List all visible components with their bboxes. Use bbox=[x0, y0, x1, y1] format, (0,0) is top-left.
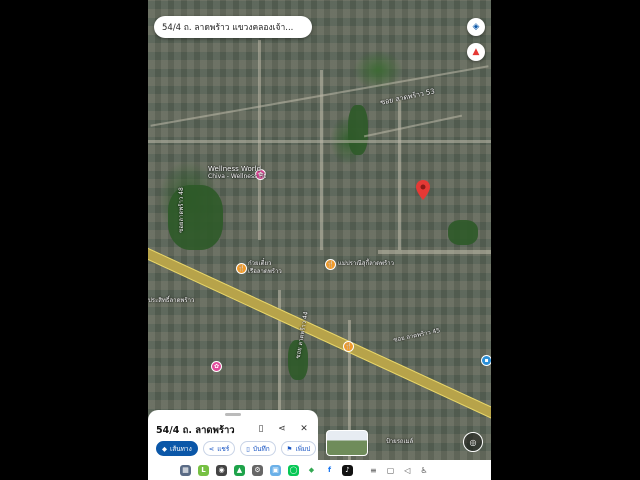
map-thumbnail-area: ป้ายรถเมล์ bbox=[374, 430, 434, 454]
share-icon[interactable]: ⋖ bbox=[275, 422, 289, 436]
bus-stop-icon[interactable]: ▪ bbox=[481, 355, 491, 366]
layers-icon: ◈ bbox=[472, 22, 480, 32]
maps-app-icon[interactable]: ◆ bbox=[306, 464, 317, 476]
compass-button[interactable]: ▲ bbox=[467, 43, 485, 61]
share-label: แชร์ bbox=[217, 444, 230, 453]
settings-app-icon[interactable]: ⚙ bbox=[252, 464, 263, 476]
tree-area bbox=[348, 105, 368, 155]
minor-road bbox=[363, 114, 463, 138]
home-icon[interactable]: ▢ bbox=[387, 466, 395, 475]
layers-button[interactable]: ◈ bbox=[467, 18, 485, 36]
poi-label: ประสิทธิ์ลาดพร้าว bbox=[148, 297, 195, 304]
search-query-text: 54/4 ถ. ลาดพร้าว แขวงคลองเจ้า... bbox=[162, 23, 294, 33]
system-navbar: ▦ L ◉ ▲ ⚙ ▣ ◯ ◆ f ♪ ≡ ▢ ◁ ♿ bbox=[148, 460, 491, 480]
drag-handle[interactable] bbox=[225, 413, 241, 416]
share-icon: ⋖ bbox=[208, 444, 215, 453]
road-label: ซอย ลาดพร้าว 45 bbox=[392, 327, 441, 344]
street-view-thumbnail[interactable] bbox=[326, 430, 368, 456]
bookmark-icon: ▯ bbox=[246, 444, 250, 453]
directions-button[interactable]: ◆ เส้นทาง bbox=[156, 441, 198, 456]
compass-icon: ▲ bbox=[472, 47, 480, 57]
facebook-app-icon[interactable]: f bbox=[324, 464, 335, 476]
label-label: เพิ่มป bbox=[295, 444, 311, 453]
poi-sublabel: เรือลาดพร้าว bbox=[248, 268, 282, 275]
directions-label: เส้นทาง bbox=[170, 444, 192, 453]
road-label: ซอยลาดพร้าว 48 bbox=[177, 187, 185, 233]
recenter-button[interactable]: ◎ bbox=[463, 432, 483, 452]
restaurant-poi-icon[interactable]: 🍴 bbox=[343, 341, 354, 352]
minor-road bbox=[320, 70, 323, 250]
poi-label: แม่ปราณีสุกี้ลาดพร้าว bbox=[338, 260, 394, 267]
target-icon: ◎ bbox=[469, 437, 477, 447]
restaurant-poi-icon[interactable]: 🍴 bbox=[236, 263, 247, 274]
minor-road bbox=[398, 100, 401, 250]
save-label: บันทึก bbox=[252, 444, 270, 453]
bottom-map-label: ป้ายรถเมล์ bbox=[386, 438, 414, 445]
label-button[interactable]: ⚑ เพิ่มป bbox=[280, 441, 317, 456]
place-bottom-sheet[interactable]: 54/4 ถ. ลาดพร้าว ▯ ⋖ ✕ ◆ เส้นทาง ⋖ แชร์ … bbox=[148, 410, 318, 460]
tree-area bbox=[448, 220, 478, 245]
directions-icon: ◆ bbox=[162, 444, 167, 453]
poi-label: Wellness World bbox=[208, 165, 262, 173]
road-label: ซอย ลาดพร้าว 53 bbox=[379, 87, 436, 107]
save-button[interactable]: ▯ บันทึก bbox=[240, 441, 276, 456]
minor-road bbox=[258, 40, 261, 240]
search-bar[interactable]: 54/4 ถ. ลาดพร้าว แขวงคลองเจ้า... bbox=[154, 16, 312, 38]
place-title: 54/4 ถ. ลาดพร้าว bbox=[156, 425, 235, 436]
restaurant-poi-icon[interactable]: 🍴 bbox=[325, 259, 336, 270]
phone-screen: ซอย ลาดพร้าว 53 ✿ Wellness World Chiva -… bbox=[148, 0, 491, 480]
close-icon[interactable]: ✕ bbox=[297, 422, 311, 436]
location-pin-icon[interactable] bbox=[416, 180, 430, 200]
share-button[interactable]: ⋖ แชร์ bbox=[202, 441, 236, 456]
action-row: ◆ เส้นทาง ⋖ แชร์ ▯ บันทึก ⚑ เพิ่มป bbox=[156, 441, 317, 456]
accessibility-icon[interactable]: ♿ bbox=[420, 466, 427, 475]
camera-app-icon[interactable]: ◉ bbox=[216, 464, 227, 476]
tiktok-app-icon[interactable]: ♪ bbox=[342, 464, 353, 476]
gallery-app-icon[interactable]: ▣ bbox=[270, 464, 281, 476]
bookmark-icon[interactable]: ▯ bbox=[254, 422, 268, 436]
minor-road bbox=[378, 250, 491, 254]
line-app-icon[interactable]: L bbox=[198, 464, 209, 476]
line-chat-app-icon[interactable]: ◯ bbox=[288, 464, 299, 476]
satellite-map[interactable]: ซอย ลาดพร้าว 53 ✿ Wellness World Chiva -… bbox=[148, 0, 491, 460]
shop-poi-icon[interactable]: ✿ bbox=[211, 361, 222, 372]
shield-app-icon[interactable]: ▲ bbox=[234, 464, 245, 476]
back-icon[interactable]: ◁ bbox=[404, 466, 410, 475]
poi-sublabel: Chiva - Wellness Fit bbox=[208, 173, 267, 180]
messages-app-icon[interactable]: ▦ bbox=[180, 464, 191, 476]
recents-icon[interactable]: ≡ bbox=[370, 466, 377, 475]
flag-icon: ⚑ bbox=[286, 444, 293, 453]
